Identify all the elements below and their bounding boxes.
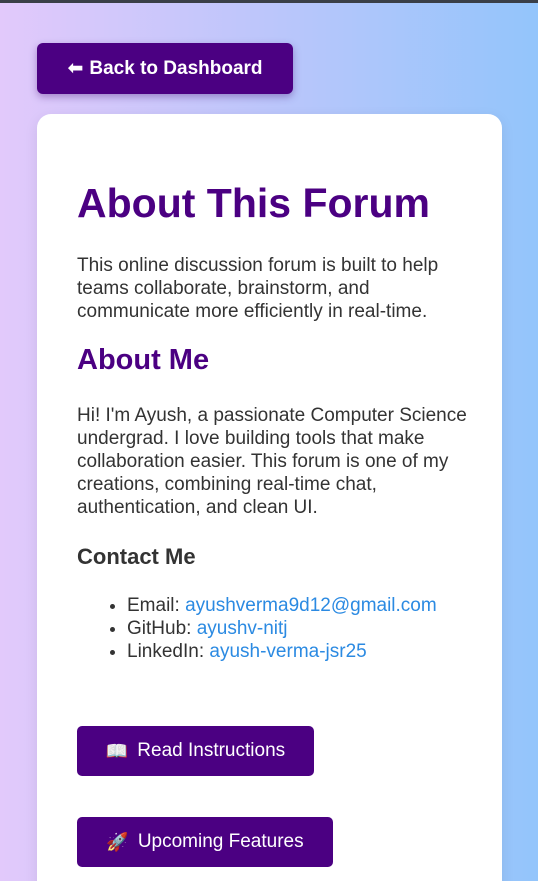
- contact-linkedin-label: LinkedIn:: [127, 641, 210, 662]
- contact-list: Email: ayushverma9d12@gmail.com GitHub: …: [77, 594, 467, 663]
- contact-heading: Contact Me: [77, 544, 196, 569]
- about-me-bio: Hi! I'm Ayush, a passionate Computer Sci…: [77, 405, 467, 518]
- contact-github-link[interactable]: ayushv-nitj: [197, 618, 288, 639]
- about-card: About This Forum This online discussion …: [37, 114, 502, 881]
- upcoming-features-button[interactable]: 🚀 Upcoming Features: [77, 817, 333, 867]
- contact-email-link[interactable]: ayushverma9d12@gmail.com: [185, 595, 437, 616]
- left-arrow-icon: ⬅: [67, 58, 84, 79]
- back-to-dashboard-button[interactable]: ⬅ Back to Dashboard: [37, 43, 293, 94]
- book-icon: 📖: [105, 740, 129, 761]
- rocket-icon: 🚀: [106, 831, 129, 852]
- page-title: About This Forum: [77, 180, 431, 226]
- about-me-heading: About Me: [77, 344, 210, 376]
- contact-github-label: GitHub:: [127, 618, 197, 639]
- contact-item-linkedin: LinkedIn: ayush-verma-jsr25: [127, 640, 467, 663]
- contact-linkedin-link[interactable]: ayush-verma-jsr25: [209, 641, 366, 662]
- read-instructions-button[interactable]: 📖 Read Instructions: [77, 726, 314, 776]
- browser-top-edge: [0, 0, 538, 3]
- back-button-label: Back to Dashboard: [89, 57, 263, 79]
- contact-item-github: GitHub: ayushv-nitj: [127, 617, 467, 640]
- read-instructions-label: Read Instructions: [137, 740, 286, 761]
- contact-item-email: Email: ayushverma9d12@gmail.com: [127, 594, 467, 617]
- upcoming-features-label: Upcoming Features: [137, 831, 304, 852]
- contact-email-label: Email:: [127, 595, 186, 616]
- forum-description: This online discussion forum is built to…: [77, 255, 439, 322]
